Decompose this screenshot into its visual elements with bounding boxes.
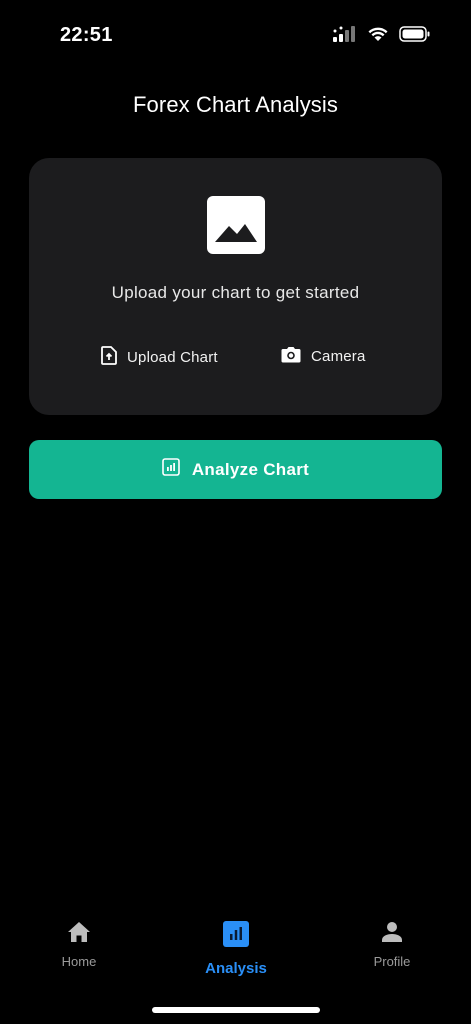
wifi-icon: [367, 26, 389, 47]
home-indicator[interactable]: [152, 1007, 320, 1013]
status-bar: 22:51: [0, 0, 471, 72]
home-icon: [67, 921, 91, 948]
nav-label-profile: Profile: [373, 954, 411, 969]
person-icon: [381, 921, 403, 948]
status-time: 22:51: [60, 24, 113, 46]
nav-item-home[interactable]: Home: [24, 921, 134, 969]
nav-item-analysis[interactable]: Analysis: [181, 921, 291, 977]
chart-icon: [162, 458, 180, 481]
battery-icon: [399, 26, 431, 47]
page-title: Forex Chart Analysis: [133, 92, 338, 117]
analytics-icon: [223, 921, 249, 952]
file-upload-icon: [101, 346, 117, 369]
camera-icon: [281, 346, 301, 367]
upload-chart-label: Upload Chart: [127, 349, 218, 366]
camera-button[interactable]: Camera: [281, 346, 366, 367]
bottom-nav: Home Analysis Profile: [0, 905, 471, 995]
nav-item-profile[interactable]: Profile: [337, 921, 447, 969]
nav-label-analysis: Analysis: [205, 960, 267, 977]
status-icons: [333, 26, 431, 47]
camera-label: Camera: [311, 348, 366, 365]
upload-chart-button[interactable]: Upload Chart: [101, 346, 218, 369]
upload-card: Upload your chart to get started Upload …: [29, 158, 442, 415]
analyze-chart-label: Analyze Chart: [191, 459, 310, 479]
image-icon[interactable]: [207, 196, 265, 254]
nav-label-home: Home: [61, 954, 97, 969]
upload-prompt: Upload your chart to get started: [111, 283, 360, 302]
cellular-signal-icon: [333, 26, 357, 47]
analyze-chart-button[interactable]: Analyze Chart: [29, 440, 442, 499]
